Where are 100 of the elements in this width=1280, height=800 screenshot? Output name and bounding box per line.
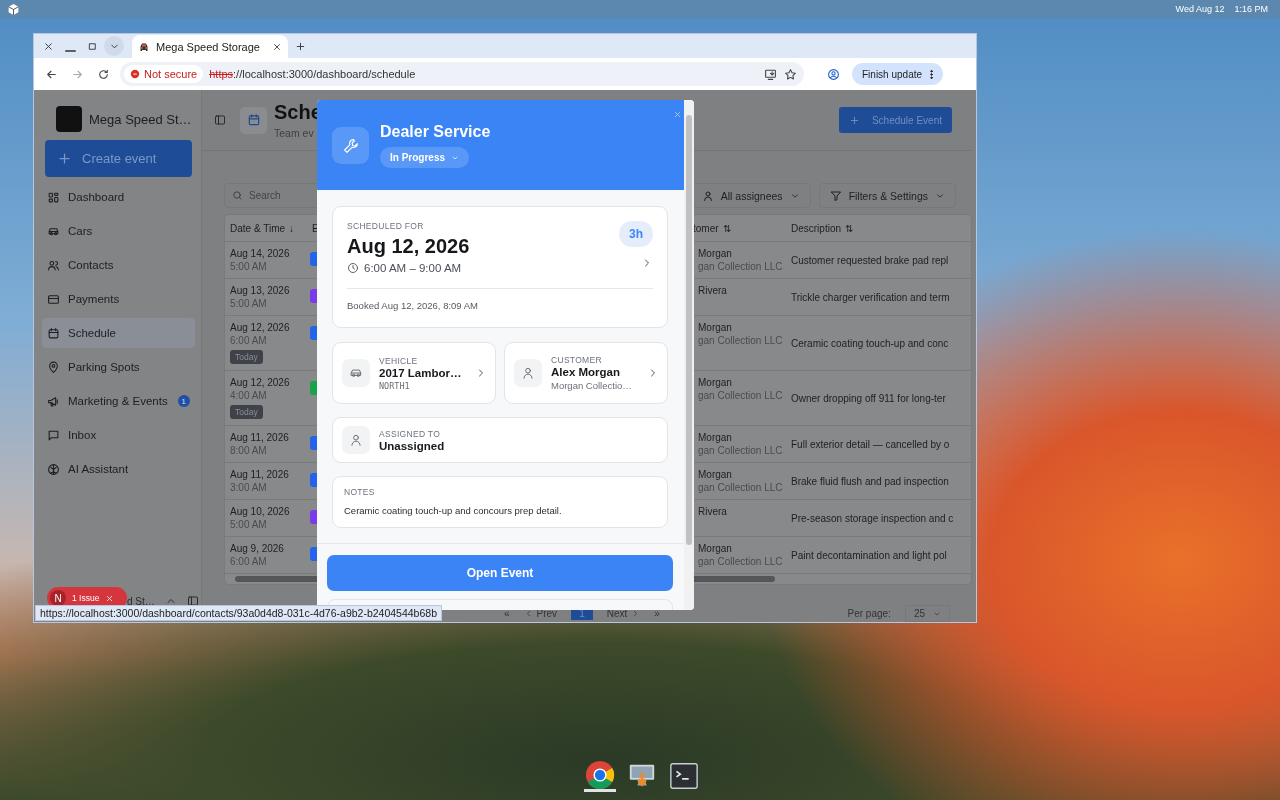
n-logo: N — [50, 590, 66, 606]
company-name: gan Collection LLC — [698, 335, 784, 346]
date-text: Aug 12, 2026 — [230, 377, 291, 388]
description-text: Full exterior detail — cancelled by o — [791, 438, 950, 450]
customer-card[interactable]: CUSTOMER Alex Morgan Morgan Collectio… — [504, 342, 668, 404]
create-event-button[interactable]: Create event — [45, 140, 192, 177]
nav-item[interactable]: Schedule — [42, 318, 195, 348]
close-icon — [105, 593, 115, 603]
clock-label: 1:16 PM — [1234, 4, 1268, 14]
issue-count: 1 Issue — [72, 593, 100, 603]
tab-close-button[interactable] — [272, 42, 282, 52]
plus-icon — [848, 114, 860, 126]
description-text: Paint decontamination and light pol — [791, 549, 947, 561]
address-bar[interactable]: Not secure https://localhost:3000/dashboard/schedule — [120, 62, 804, 86]
schedule-card[interactable]: SCHEDULED FOR Aug 12, 2026 6:00 AM – 9:00 AM 3h Booked Aug 12, 2026, 8:09 AM — [332, 206, 668, 328]
nav-item[interactable]: Dashboard — [42, 182, 195, 212]
field-label: CUSTOMER — [551, 355, 603, 365]
customer-name: Morgan — [698, 432, 733, 443]
today-badge: Today — [230, 350, 263, 364]
plus-icon — [294, 40, 306, 52]
first-page-button[interactable]: « — [504, 608, 510, 619]
filters-dropdown[interactable]: Filters & Settings — [818, 183, 956, 208]
nav-item[interactable]: Contacts — [42, 250, 195, 280]
dock-item[interactable] — [584, 760, 616, 792]
browser-tab[interactable]: Mega Speed Storage — [132, 35, 288, 59]
column-header[interactable]: Date & Time ↓ — [225, 222, 307, 234]
vertical-scrollbar[interactable] — [684, 100, 694, 610]
customer-name: Morgan — [698, 248, 733, 259]
wrench-icon — [341, 136, 360, 155]
per-page-dropdown[interactable]: 25 — [904, 605, 950, 622]
company-name: gan Collection LLC — [698, 556, 784, 567]
time-text: 5:00 AM — [230, 519, 268, 530]
nav-item[interactable]: Parking Spots — [42, 352, 195, 382]
collapse-sidebar-button[interactable] — [186, 595, 199, 607]
duration-badge: 3h — [619, 221, 653, 247]
sidebar-icon — [186, 595, 199, 607]
plate-text: NORTH1 — [379, 380, 411, 391]
dock-item[interactable] — [668, 760, 700, 792]
per-page-label: Per page: — [847, 608, 891, 619]
next-page-button[interactable]: Next — [606, 608, 641, 619]
nav-item[interactable]: Payments — [42, 284, 195, 314]
scheduled-date: Aug 12, 2026 — [347, 235, 470, 258]
vehicle-card[interactable]: VEHICLE 2017 Lambor… NORTH1 — [332, 342, 496, 404]
cube-icon[interactable] — [7, 2, 20, 16]
url-text: https://localhost:3000/dashboard/schedule — [209, 68, 416, 80]
nav-item[interactable]: AI Assistant — [42, 454, 195, 484]
company-name: Morgan Collectio… — [551, 380, 633, 391]
close-icon — [272, 42, 282, 52]
date-label: Wed Aug 12 — [1175, 4, 1225, 14]
column-header[interactable]: Description ⇅ — [786, 222, 964, 234]
time-text: 6:00 AM — [230, 556, 268, 567]
time-text: 4:00 AM — [230, 390, 268, 401]
description-text: Owner dropping off 911 for long-ter — [791, 392, 946, 404]
user-icon — [349, 433, 363, 447]
time-text: 8:00 AM — [230, 445, 268, 456]
open-event-button[interactable]: Open Event — [327, 555, 673, 591]
update-button[interactable]: Finish update — [852, 63, 944, 85]
maximize-icon — [86, 40, 98, 52]
company-name: gan Collection LLC — [698, 261, 784, 272]
customer-name: Rivera — [698, 285, 728, 296]
tab-title: Mega Speed Storage — [156, 41, 261, 53]
calendar-icon — [47, 326, 60, 340]
date-text: Aug 12, 2026 — [230, 322, 291, 333]
date-text: Aug 10, 2026 — [230, 506, 291, 517]
nav-item[interactable]: Marketing & Events 1 — [42, 386, 195, 416]
calendar-icon — [246, 113, 261, 127]
circle-icon — [47, 462, 60, 476]
last-page-button[interactable]: » — [654, 608, 660, 619]
page-subtitle: Team ev — [274, 127, 315, 139]
customer-name: Morgan — [698, 469, 733, 480]
brand-name: Mega Speed St… — [89, 111, 192, 127]
time-text: 3:00 AM — [230, 482, 268, 493]
toggle-sidebar-button[interactable] — [214, 114, 226, 126]
megaphone-icon — [47, 394, 60, 408]
status-url-text: https://localhost:3000/dashboard/contacts/93a0d4d8-031c-4d76-a9b2-b2404544b68b — [35, 605, 442, 621]
nav-item[interactable]: Cars — [42, 216, 195, 246]
status-dropdown[interactable]: In Progress — [380, 147, 470, 168]
monitor-download-icon — [763, 67, 777, 81]
reload-icon — [96, 67, 110, 81]
customer-name: Alex Morgan — [551, 366, 621, 378]
date-text: Aug 14, 2026 — [230, 248, 291, 259]
security-chip[interactable]: Not secure — [124, 65, 204, 83]
assignee-name: Unassigned — [379, 439, 446, 452]
description-text: Ceramic coating touch-up and conc — [791, 337, 949, 349]
dialog-title: Dealer Service — [380, 123, 491, 141]
warning-icon — [130, 69, 140, 79]
notes-text: Ceramic coating touch-up and concours prep detail. — [344, 505, 563, 516]
time-text: 5:00 AM — [230, 261, 268, 272]
schedule-event-button[interactable]: Schedule Event — [838, 107, 952, 133]
user-icon — [701, 189, 714, 202]
sidebar-icon — [214, 114, 226, 126]
minimize-icon — [64, 49, 76, 52]
time-text: 6:00 AM — [230, 335, 268, 346]
profile-icon — [826, 67, 840, 81]
customer-name: Morgan — [698, 377, 733, 388]
nav-item[interactable]: Inbox — [42, 420, 195, 450]
today-badge: Today — [230, 405, 263, 419]
workspace-name: d St… — [127, 595, 155, 607]
customer-name: Morgan — [698, 322, 733, 333]
filter-icon — [829, 189, 842, 202]
